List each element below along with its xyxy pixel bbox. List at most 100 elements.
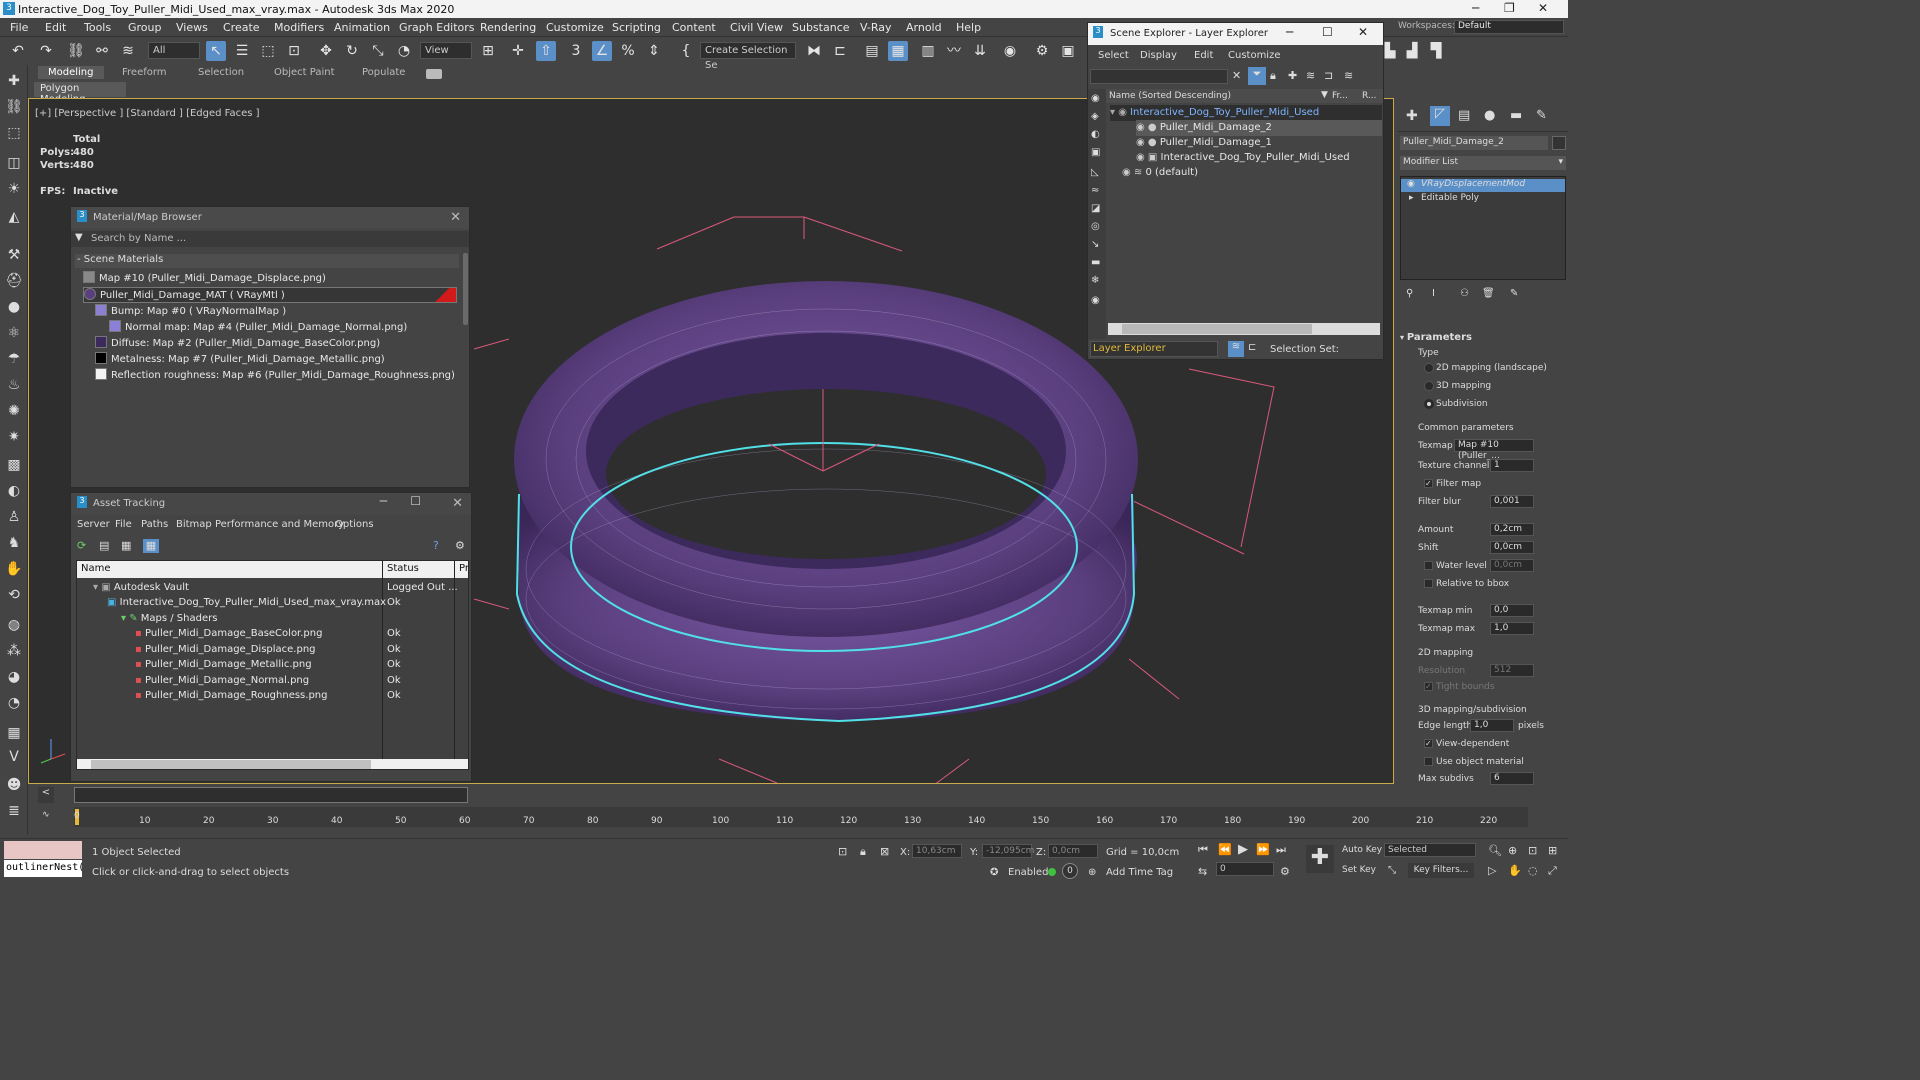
- placement-icon[interactable]: ◔: [394, 41, 414, 61]
- unlink-icon[interactable]: ⚯: [92, 41, 112, 61]
- paint-icon[interactable]: ◔: [4, 695, 24, 715]
- link-tool-icon[interactable]: ⛓: [4, 99, 24, 119]
- texmap-min-spinner[interactable]: 0,0: [1490, 604, 1534, 617]
- close-icon[interactable]: ✕: [452, 496, 463, 511]
- workspaces-dropdown[interactable]: Default: [1454, 20, 1564, 34]
- zoom-all-icon[interactable]: ⊕: [1508, 844, 1517, 857]
- layer-mode-icon[interactable]: ≋: [1228, 341, 1244, 357]
- maximize-icon[interactable]: ☐: [410, 494, 421, 508]
- bind-spacewarp-icon[interactable]: ≋: [118, 41, 138, 61]
- maxscript-listener-pink[interactable]: [4, 841, 82, 859]
- tab-object-paint[interactable]: Object Paint: [274, 67, 335, 78]
- snaps-toggle-icon[interactable]: 3: [566, 41, 586, 61]
- spark-icon[interactable]: ✷: [4, 429, 24, 449]
- render-iterative-icon[interactable]: ▟: [1402, 41, 1422, 61]
- configure-sets-icon[interactable]: ✎: [1510, 288, 1518, 299]
- scene-search-input[interactable]: [1090, 69, 1228, 84]
- object-color-swatch[interactable]: [1552, 136, 1566, 150]
- maxscript-input[interactable]: outlinerNest(: [4, 860, 82, 877]
- edit-named-sets-icon[interactable]: {: [676, 41, 696, 61]
- cameras-icon[interactable]: ◺: [1091, 167, 1099, 178]
- add-time-tag[interactable]: Add Time Tag: [1106, 867, 1173, 878]
- refresh-icon[interactable]: ⟳: [77, 539, 86, 552]
- scene-materials-group[interactable]: - Scene Materials: [75, 254, 459, 268]
- curve-editor-toggle-icon[interactable]: ∿: [42, 810, 50, 820]
- list-icon[interactable]: ≣: [4, 803, 24, 823]
- layers-stack-icon[interactable]: ≋: [1344, 69, 1353, 82]
- column-name[interactable]: Name: [81, 563, 111, 574]
- orb-icon[interactable]: ●: [4, 299, 24, 319]
- previous-frame-icon[interactable]: ⏪: [1218, 843, 1232, 856]
- select-manipulate-icon[interactable]: ✛: [508, 41, 528, 61]
- vray-icon[interactable]: V: [4, 749, 24, 769]
- percent-snap-icon[interactable]: %: [618, 41, 638, 61]
- time-slider[interactable]: [74, 787, 468, 803]
- ribbon-options-icon[interactable]: [426, 69, 442, 79]
- texture-channel-spinner[interactable]: 1: [1490, 459, 1534, 472]
- list-item[interactable]: Map #10 (Puller_Midi_Damage_Displace.png…: [83, 271, 457, 287]
- motion-tab-icon[interactable]: ●: [1484, 108, 1495, 123]
- auto-key-button[interactable]: Auto Key: [1342, 845, 1382, 855]
- window-crossing-icon[interactable]: ⊡: [284, 41, 304, 61]
- scale-icon[interactable]: ⤡: [368, 41, 388, 61]
- tree-row[interactable]: ◉ ● Puller_Midi_Damage_1: [1136, 135, 1382, 151]
- ribbon-toggle-icon[interactable]: ▥: [918, 41, 938, 61]
- moon-icon[interactable]: ◐: [4, 483, 24, 503]
- atom-icon[interactable]: ⚛: [4, 325, 24, 345]
- table-row[interactable]: ▾ ▣ Autodesk Vault: [93, 580, 189, 596]
- menu-rendering[interactable]: Rendering: [480, 21, 536, 34]
- x-coordinate-field[interactable]: 10,63cm: [912, 844, 962, 858]
- close-icon[interactable]: ✕: [1358, 25, 1368, 39]
- particles-icon[interactable]: ⁂: [4, 643, 24, 663]
- curve-editor-icon[interactable]: 〰: [944, 41, 964, 61]
- maximize-viewport-icon[interactable]: ⤢: [1548, 864, 1557, 878]
- enabled-indicator[interactable]: [1048, 868, 1056, 876]
- radio-subdivision[interactable]: [1424, 399, 1434, 409]
- key-filters-icon[interactable]: ⤡: [1388, 865, 1396, 876]
- current-frame-field[interactable]: 0: [1216, 862, 1274, 876]
- hammer-icon[interactable]: ⚒: [4, 247, 24, 267]
- layer-parent-icon[interactable]: ⊐: [1324, 69, 1333, 82]
- list-item[interactable]: Diffuse: Map #2 (Puller_Midi_Damage_Base…: [95, 336, 457, 352]
- list-item[interactable]: Normal map: Map #4 (Puller_Midi_Damage_N…: [109, 320, 457, 336]
- tight-bounds-checkbox[interactable]: ✓: [1424, 682, 1433, 691]
- toggle-scene-explorer-icon[interactable]: ▦: [888, 41, 908, 61]
- hand-icon[interactable]: ✋: [4, 561, 24, 581]
- dropdown-arrow-icon[interactable]: ▼: [75, 232, 83, 243]
- water-level-checkbox[interactable]: [1424, 561, 1433, 570]
- key-selection-dropdown[interactable]: Selected: [1384, 843, 1476, 857]
- minimize-button[interactable]: ─: [1472, 1, 1479, 15]
- asset-tracking-header[interactable]: 3 Asset Tracking ─ ☐ ✕: [71, 493, 471, 515]
- layers-icon[interactable]: ▦: [4, 725, 24, 745]
- amount-spinner[interactable]: 0,2cm: [1490, 523, 1534, 536]
- play-icon[interactable]: ▶: [1238, 842, 1248, 857]
- modifier-eye-icon[interactable]: ◉: [1407, 179, 1415, 189]
- list-item[interactable]: Reflection roughness: Map #6 (Puller_Mid…: [95, 368, 457, 384]
- tree-row[interactable]: ◉ ≋ 0 (default): [1122, 165, 1382, 181]
- menu-edit[interactable]: Edit: [45, 21, 66, 34]
- hierarchy-tab-icon[interactable]: ▤: [1458, 108, 1470, 123]
- stack-item-vraydisplacement[interactable]: VRayDisplacementMod: [1401, 179, 1565, 192]
- angle-snap-icon[interactable]: ∠: [592, 41, 612, 61]
- link-icon[interactable]: ⛓: [66, 41, 86, 61]
- menu-display[interactable]: Display: [1140, 50, 1177, 61]
- menu-select[interactable]: Select: [1098, 50, 1129, 61]
- menu-civil-view[interactable]: Civil View: [730, 21, 783, 34]
- key-filters-button[interactable]: Key Filters...: [1408, 863, 1474, 878]
- stack-item-editable-poly[interactable]: Editable Poly: [1401, 193, 1565, 206]
- select-tool-icon[interactable]: ⬚: [4, 125, 24, 145]
- display-tab-icon[interactable]: ▬: [1510, 108, 1522, 123]
- resolution-spinner[interactable]: 512: [1490, 664, 1534, 677]
- time-ruler[interactable]: 10 20 30 40 50 60 70 80 90 100 110 120 1…: [74, 807, 1528, 827]
- rendered-frame-window-icon[interactable]: ▣: [1058, 41, 1078, 61]
- undo-icon[interactable]: ↶: [8, 41, 28, 61]
- zoom-icon[interactable]: 🔍︎: [1488, 844, 1502, 857]
- render-setup-icon[interactable]: ⚙: [1032, 41, 1052, 61]
- reference-coord-dropdown[interactable]: View: [420, 42, 472, 59]
- remove-modifier-icon[interactable]: 🗑︎: [1482, 288, 1495, 299]
- filter-icon[interactable]: ⏷: [1248, 67, 1266, 85]
- shapes-icon[interactable]: ◐: [1091, 129, 1100, 140]
- table-row[interactable]: ▣ Interactive_Dog_Toy_Puller_Midi_Used_m…: [107, 595, 386, 611]
- mirror-icon[interactable]: ⧓: [804, 41, 824, 61]
- redo-icon[interactable]: ↷: [36, 41, 56, 61]
